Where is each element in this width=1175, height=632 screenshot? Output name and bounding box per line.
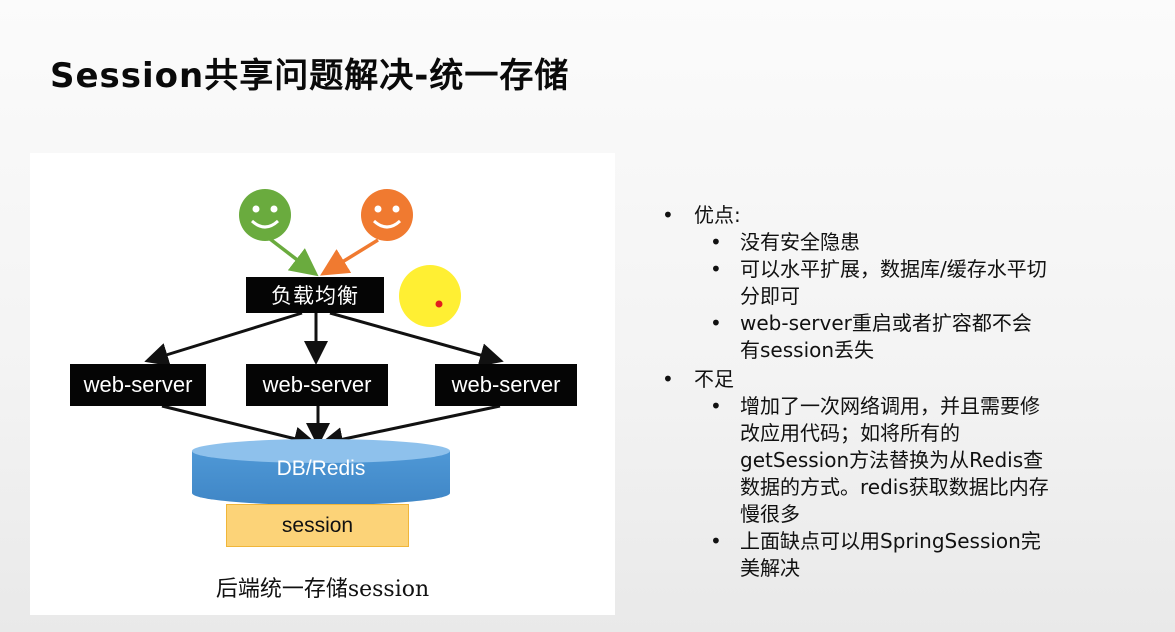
bullet-dot-icon: • bbox=[710, 394, 722, 418]
bullet-cons: • 不足 • 增加了一次网络调用，并且需要修改应用代码；如将所有的getSess… bbox=[656, 366, 1156, 582]
user-green-smiley-icon bbox=[239, 189, 291, 241]
web-server-box: web-server bbox=[70, 364, 206, 406]
diagram-caption: 后端统一存储session bbox=[215, 577, 430, 602]
bullet-dot-icon: • bbox=[710, 230, 722, 254]
sub-bullet-text: 上面缺点可以用SpringSession完美解决 bbox=[740, 529, 1041, 580]
pointer-highlight bbox=[399, 265, 461, 327]
bullet-dot-icon: • bbox=[662, 203, 674, 227]
bullet-dot-icon: • bbox=[710, 257, 722, 281]
bullet-list: • 优点: • 没有安全隐患 • 可以水平扩展，数据库/缓存水平切分即可 • w… bbox=[656, 202, 1156, 584]
web-server-box: web-server bbox=[435, 364, 577, 406]
sub-bullet-text: 增加了一次网络调用，并且需要修改应用代码；如将所有的getSession方法替换… bbox=[740, 394, 1049, 526]
sub-bullet-text: 没有安全隐患 bbox=[740, 230, 860, 254]
sub-bullet: • 没有安全隐患 bbox=[656, 229, 1156, 256]
arrow-server-1-to-db bbox=[161, 404, 318, 451]
bullet-pros: • 优点: • 没有安全隐患 • 可以水平扩展，数据库/缓存水平切分即可 • w… bbox=[656, 202, 1156, 364]
bullet-heading: 优点: bbox=[694, 203, 741, 227]
sub-bullet: • web-server重启或者扩容都不会有session丢失 bbox=[656, 310, 1156, 364]
load-balancer-box: 负载均衡 bbox=[246, 277, 384, 313]
sub-bullet-text: web-server重启或者扩容都不会有session丢失 bbox=[740, 311, 1032, 362]
bullet-dot-icon: • bbox=[662, 367, 674, 391]
database-label: DB/Redis bbox=[276, 457, 366, 480]
bullet-dot-icon: • bbox=[710, 529, 722, 553]
web-server-box: web-server bbox=[246, 364, 388, 406]
sub-bullet: • 可以水平扩展，数据库/缓存水平切分即可 bbox=[656, 256, 1156, 310]
sub-bullet: • 增加了一次网络调用，并且需要修改应用代码；如将所有的getSession方法… bbox=[656, 393, 1156, 528]
session-box: session bbox=[226, 504, 409, 547]
architecture-diagram: 负载均衡 web-server web-server web-server DB… bbox=[30, 153, 615, 615]
user-orange-arrow bbox=[320, 238, 379, 276]
arrow-lb-to-server-1 bbox=[144, 311, 303, 367]
user-green-arrow bbox=[268, 237, 319, 277]
page-title: Session共享问题解决-统一存储 bbox=[50, 56, 570, 96]
sub-bullet-text: 可以水平扩展，数据库/缓存水平切分即可 bbox=[740, 257, 1047, 308]
bullet-heading: 不足 bbox=[694, 367, 734, 391]
sub-bullet: • 上面缺点可以用SpringSession完美解决 bbox=[656, 528, 1156, 582]
arrow-server-3-to-db bbox=[319, 404, 501, 452]
user-orange-smiley-icon bbox=[361, 189, 413, 241]
bullet-dot-icon: • bbox=[710, 311, 722, 335]
